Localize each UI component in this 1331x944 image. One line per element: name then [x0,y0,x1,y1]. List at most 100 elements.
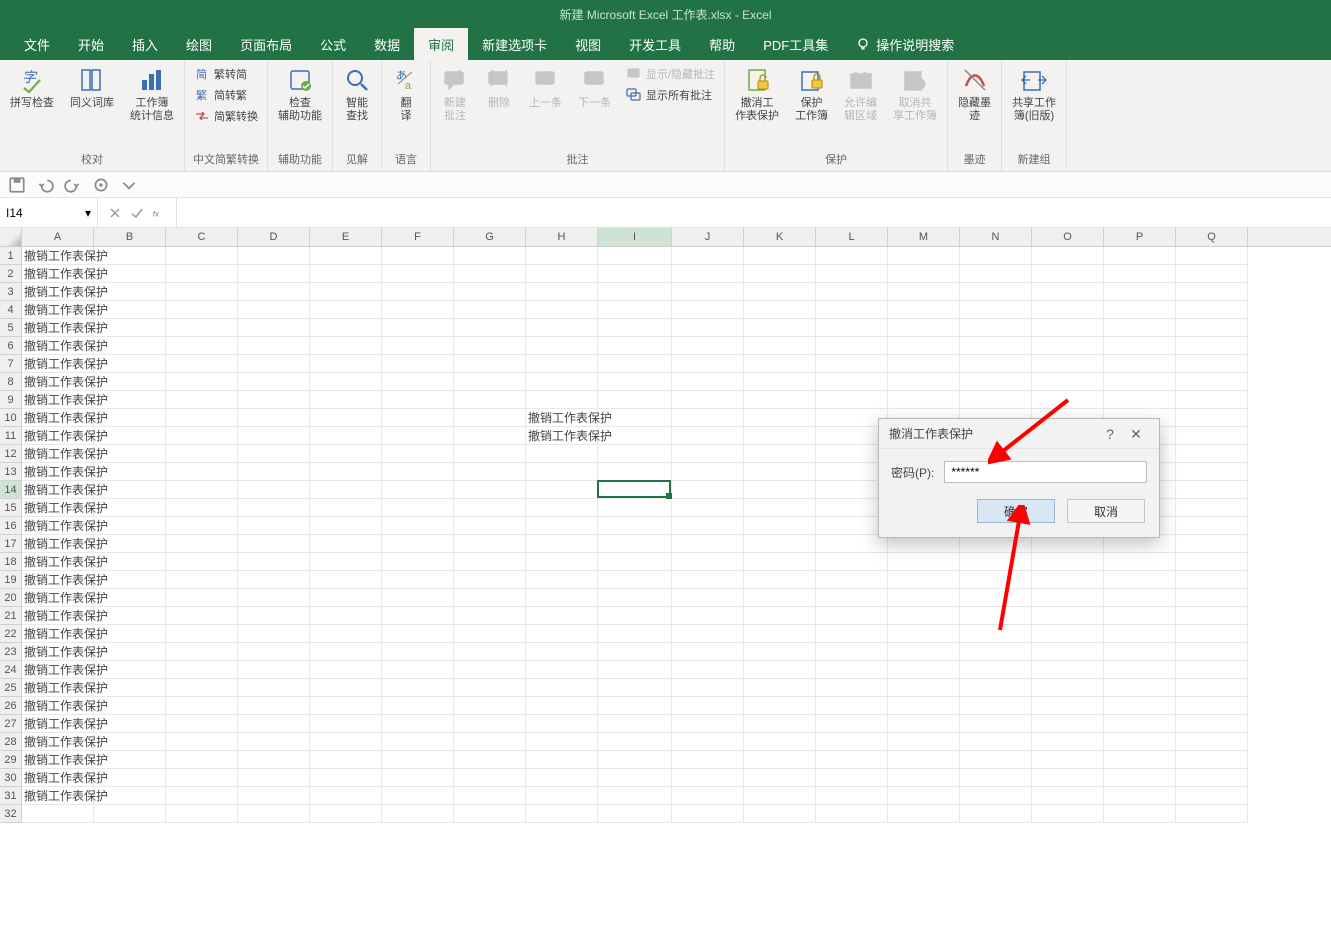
tab-12[interactable]: PDF工具集 [749,28,842,60]
row-header[interactable]: 21 [0,607,21,625]
row-header[interactable]: 31 [0,787,21,805]
cell[interactable]: 撤销工作表保护 [22,643,108,661]
col-header-K[interactable]: K [744,228,816,246]
row-header[interactable]: 17 [0,535,21,553]
cell[interactable]: 撤销工作表保护 [526,427,612,445]
redo-icon[interactable] [64,176,82,194]
tab-10[interactable]: 开发工具 [615,28,695,60]
cell[interactable]: 撤销工作表保护 [22,715,108,733]
touch-mode-icon[interactable] [92,176,110,194]
tab-7[interactable]: 审阅 [414,28,468,60]
tell-me-search[interactable]: 操作说明搜索 [842,28,968,60]
show-all-comments-button[interactable]: 显示所有批注 [623,85,718,105]
row-header[interactable]: 8 [0,373,21,391]
name-box[interactable]: I14 ▾ [0,198,98,227]
tab-1[interactable]: 开始 [64,28,118,60]
show-hide-comment-button[interactable]: 显示/隐藏批注 [623,64,718,84]
cell[interactable]: 撤销工作表保护 [22,769,108,787]
simp-to-trad-button[interactable]: 繁简转繁 [191,85,261,105]
cell[interactable]: 撤销工作表保护 [22,373,108,391]
delete-comment-button[interactable]: 删除 [481,64,517,112]
translate-button[interactable]: あa翻译 [388,64,424,124]
row-header[interactable]: 11 [0,427,21,445]
undo-icon[interactable] [36,176,54,194]
tab-5[interactable]: 公式 [306,28,360,60]
cell[interactable]: 撤销工作表保护 [22,535,108,553]
row-header[interactable]: 30 [0,769,21,787]
cell[interactable]: 撤销工作表保护 [22,283,108,301]
tab-6[interactable]: 数据 [360,28,414,60]
col-header-E[interactable]: E [310,228,382,246]
cell[interactable]: 撤销工作表保护 [22,355,108,373]
row-header[interactable]: 13 [0,463,21,481]
fx-icon[interactable]: fx [152,206,166,220]
cell[interactable]: 撤销工作表保护 [22,733,108,751]
col-header-Q[interactable]: Q [1176,228,1248,246]
row-header[interactable]: 2 [0,265,21,283]
cell[interactable]: 撤销工作表保护 [22,247,108,265]
dialog-close-icon[interactable]: ✕ [1123,427,1149,441]
tab-3[interactable]: 绘图 [172,28,226,60]
save-icon[interactable] [8,176,26,194]
protect-workbook-button[interactable]: 保护工作簿 [791,64,832,124]
cancel-button[interactable]: 取消 [1067,499,1145,523]
row-header[interactable]: 4 [0,301,21,319]
col-header-P[interactable]: P [1104,228,1176,246]
share-workbook-legacy-button[interactable]: 共享工作簿(旧版) [1008,64,1060,124]
row-header[interactable]: 19 [0,571,21,589]
thesaurus-button[interactable]: 同义词库 [66,64,118,112]
cell[interactable]: 撤销工作表保护 [22,337,108,355]
col-header-F[interactable]: F [382,228,454,246]
col-header-L[interactable]: L [816,228,888,246]
cell[interactable]: 撤销工作表保护 [22,319,108,337]
select-all-triangle[interactable] [0,228,22,246]
row-header[interactable]: 1 [0,247,21,265]
password-input[interactable] [944,461,1147,483]
col-header-A[interactable]: A [22,228,94,246]
smart-lookup-button[interactable]: 智能查找 [339,64,375,124]
tab-2[interactable]: 插入 [118,28,172,60]
col-header-J[interactable]: J [672,228,744,246]
col-header-B[interactable]: B [94,228,166,246]
qat-customize-icon[interactable] [120,176,138,194]
new-comment-button[interactable]: +新建批注 [437,64,473,124]
row-header[interactable]: 5 [0,319,21,337]
col-header-H[interactable]: H [526,228,598,246]
cancel-entry-icon[interactable] [108,206,122,220]
row-header[interactable]: 3 [0,283,21,301]
row-header[interactable]: 7 [0,355,21,373]
tab-11[interactable]: 帮助 [695,28,749,60]
check-accessibility-button[interactable]: 检查辅助功能 [274,64,326,124]
row-header[interactable]: 28 [0,733,21,751]
tab-9[interactable]: 视图 [561,28,615,60]
trad-to-simp-button[interactable]: 简繁转简 [191,64,261,84]
cell[interactable]: 撤销工作表保护 [22,301,108,319]
unshare-workbook-button[interactable]: 取消共享工作簿 [889,64,941,124]
spellcheck-button[interactable]: 字拼写检查 [6,64,58,112]
confirm-entry-icon[interactable] [130,206,144,220]
row-header[interactable]: 6 [0,337,21,355]
row-header[interactable]: 26 [0,697,21,715]
tab-8[interactable]: 新建选项卡 [468,28,561,60]
row-header[interactable]: 15 [0,499,21,517]
tab-4[interactable]: 页面布局 [226,28,306,60]
row-header[interactable]: 25 [0,679,21,697]
col-header-G[interactable]: G [454,228,526,246]
cell[interactable]: 撤销工作表保护 [22,445,108,463]
cell[interactable]: 撤销工作表保护 [22,787,108,805]
prev-comment-button[interactable]: 上一条 [525,64,566,112]
row-header[interactable]: 12 [0,445,21,463]
row-header[interactable]: 23 [0,643,21,661]
cell[interactable]: 撤销工作表保护 [22,607,108,625]
row-header[interactable]: 20 [0,589,21,607]
cell[interactable]: 撤销工作表保护 [22,571,108,589]
formula-bar[interactable] [177,198,1331,227]
col-header-O[interactable]: O [1032,228,1104,246]
cell[interactable]: 撤销工作表保护 [22,391,108,409]
dialog-help-icon[interactable]: ? [1097,427,1123,441]
cell[interactable]: 撤销工作表保护 [22,751,108,769]
cell[interactable]: 撤销工作表保护 [22,499,108,517]
simp-trad-convert-button[interactable]: 简繁转换 [191,106,261,126]
hide-ink-button[interactable]: 隐藏墨迹 [954,64,995,124]
row-header[interactable]: 24 [0,661,21,679]
